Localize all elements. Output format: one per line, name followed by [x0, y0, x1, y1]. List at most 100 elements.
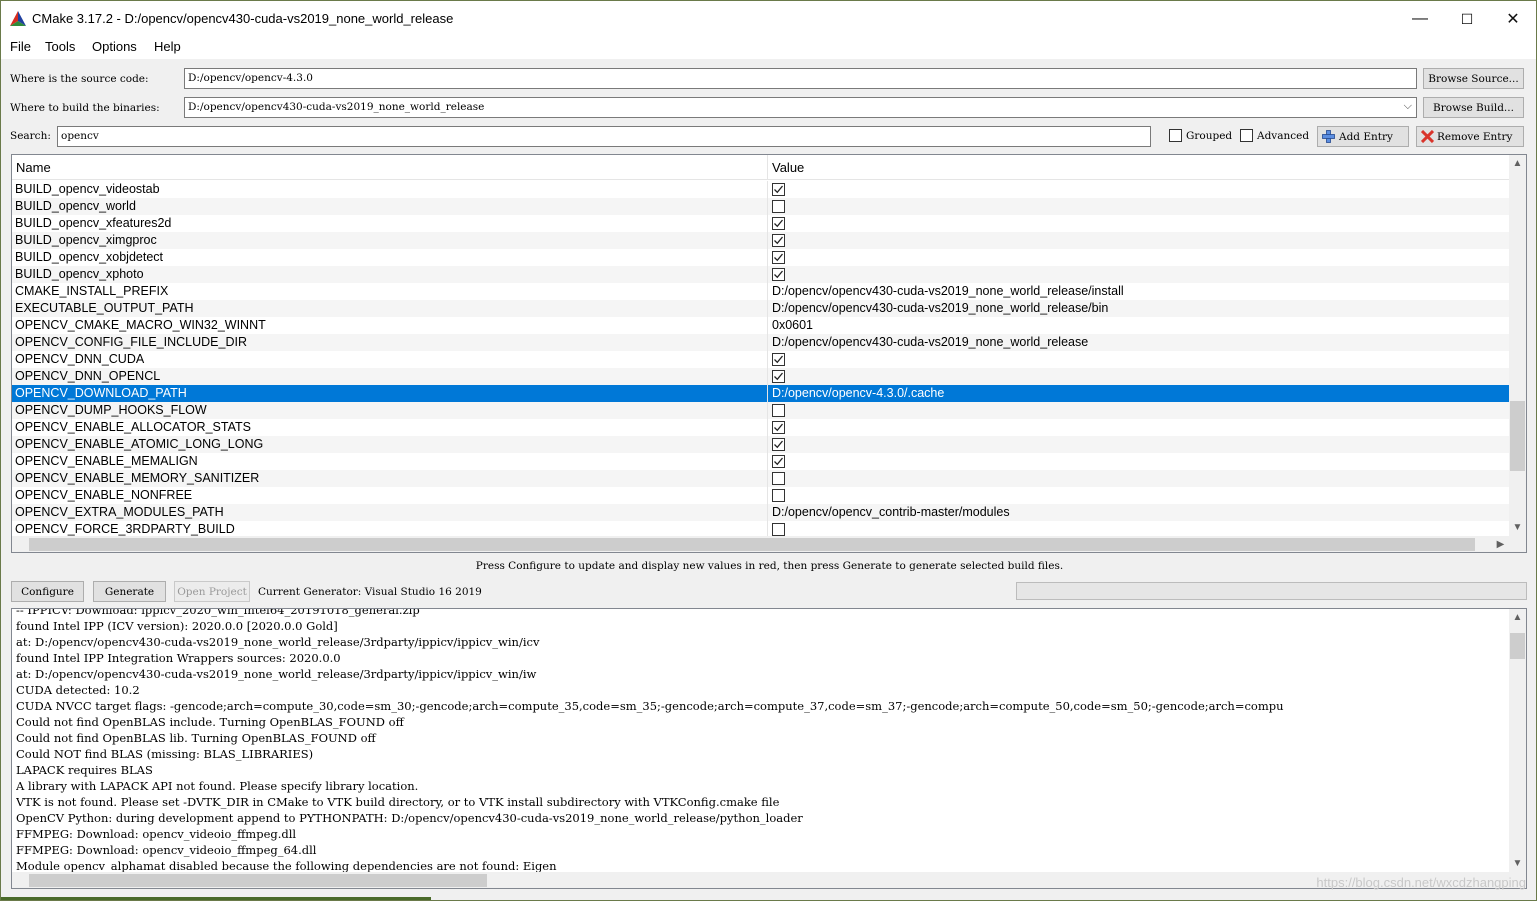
column-header-name[interactable]: Name [16, 160, 51, 175]
browse-build-button[interactable]: Browse Build... [1423, 97, 1524, 118]
table-row[interactable]: OPENCV_ENABLE_ATOMIC_LONG_LONG [12, 436, 1510, 453]
table-row[interactable]: OPENCV_DNN_OPENCL [12, 368, 1510, 385]
source-path-input[interactable]: D:/opencv/opencv-4.3.0 [184, 68, 1417, 89]
configure-button[interactable]: Configure [11, 581, 84, 602]
value-checkbox[interactable] [772, 251, 785, 264]
value-checkbox[interactable] [772, 183, 785, 196]
entry-name: OPENCV_ENABLE_MEMALIGN [15, 454, 198, 468]
value-checkbox[interactable] [772, 489, 785, 502]
value-checkbox[interactable] [772, 217, 785, 230]
log-hscroll-thumb[interactable] [29, 874, 487, 887]
desktop-strip [1, 897, 431, 900]
table-row[interactable]: BUILD_opencv_ximgproc [12, 232, 1510, 249]
browse-source-button[interactable]: Browse Source... [1423, 68, 1524, 89]
table-row[interactable]: OPENCV_DNN_CUDA [12, 351, 1510, 368]
advanced-checkbox[interactable] [1240, 129, 1253, 142]
close-button[interactable]: ✕ [1490, 1, 1536, 37]
value-checkbox[interactable] [772, 234, 785, 247]
log-line: CUDA detected: 10.2 [16, 683, 140, 697]
menu-file[interactable]: File [10, 39, 31, 54]
value-checkbox[interactable] [772, 472, 785, 485]
generate-button[interactable]: Generate [93, 581, 166, 602]
log-vertical-scrollbar[interactable]: ▲ ▼ [1509, 609, 1526, 872]
column-separator [767, 453, 768, 470]
table-row[interactable]: EXECUTABLE_OUTPUT_PATH D:/opencv/opencv43… [12, 300, 1510, 317]
entry-value[interactable]: 0x0601 [772, 318, 813, 332]
table-row[interactable]: OPENCV_CONFIG_FILE_INCLUDE_DIR D:/opencv/… [12, 334, 1510, 351]
value-checkbox[interactable] [772, 421, 785, 434]
entry-value[interactable]: D:/opencv/opencv_contrib-master/modules [772, 505, 1010, 519]
grouped-label: Grouped [1186, 130, 1233, 142]
open-project-button[interactable]: Open Project [174, 581, 250, 602]
build-label: Where to build the binaries: [10, 102, 160, 114]
check-icon [774, 440, 784, 449]
log-scroll-thumb[interactable] [1510, 633, 1525, 659]
scroll-thumb[interactable] [1510, 401, 1525, 471]
table-row[interactable]: BUILD_opencv_xfeatures2d [12, 215, 1510, 232]
maximize-button[interactable]: ☐ [1444, 1, 1490, 37]
grouped-checkbox[interactable] [1169, 129, 1182, 142]
value-checkbox[interactable] [772, 404, 785, 417]
value-checkbox[interactable] [772, 353, 785, 366]
table-row[interactable]: OPENCV_ENABLE_MEMORY_SANITIZER [12, 470, 1510, 487]
menu-help[interactable]: Help [154, 39, 181, 54]
log-line: Could not find OpenBLAS include. Turning… [16, 715, 404, 729]
value-checkbox[interactable] [772, 438, 785, 451]
entry-name: OPENCV_EXTRA_MODULES_PATH [15, 505, 224, 519]
table-horizontal-scrollbar[interactable]: ▶ [12, 536, 1526, 552]
table-row[interactable]: OPENCV_DOWNLOAD_PATH D:/opencv/opencv-4.3… [12, 385, 1510, 402]
value-checkbox[interactable] [772, 523, 785, 536]
log-scroll-up-arrow-icon[interactable]: ▲ [1509, 609, 1526, 626]
table-row[interactable]: OPENCV_ENABLE_NONFREE [12, 487, 1510, 504]
column-separator [767, 181, 768, 198]
scroll-down-arrow-icon[interactable]: ▼ [1509, 519, 1526, 536]
watermark: https://blog.csdn.net/wxcdzhangping [1316, 875, 1526, 890]
minimize-button[interactable]: — [1397, 1, 1443, 37]
log-line: found Intel IPP (ICV version): 2020.0.0 … [16, 619, 338, 633]
value-checkbox[interactable] [772, 268, 785, 281]
table-row[interactable]: OPENCV_ENABLE_ALLOCATOR_STATS [12, 419, 1510, 436]
menu-options[interactable]: Options [92, 39, 137, 54]
table-row[interactable]: CMAKE_INSTALL_PREFIX D:/opencv/opencv430-… [12, 283, 1510, 300]
build-path-combo[interactable]: D:/opencv/opencv430-cuda-vs2019_none_wor… [184, 97, 1417, 118]
output-log[interactable]: -- IPPICV: Download: ippicv_2020_win_int… [11, 608, 1527, 889]
log-scroll-down-arrow-icon[interactable]: ▼ [1509, 855, 1526, 872]
table-vertical-scrollbar[interactable]: ▲ ▼ [1509, 155, 1526, 536]
title-bar[interactable]: CMake 3.17.2 - D:/opencv/opencv430-cuda-… [1, 1, 1536, 37]
entry-value[interactable]: D:/opencv/opencv-4.3.0/.cache [772, 386, 944, 400]
cache-table[interactable]: Name Value BUILD_opencv_videostab BUILD_o… [11, 154, 1527, 553]
table-row[interactable]: OPENCV_CMAKE_MACRO_WIN32_WINNT 0x0601 [12, 317, 1510, 334]
hscroll-thumb[interactable] [29, 538, 1475, 551]
add-entry-button[interactable]: Add Entry [1317, 126, 1409, 147]
remove-entry-button[interactable]: Remove Entry [1416, 126, 1524, 147]
entry-name: OPENCV_CMAKE_MACRO_WIN32_WINNT [15, 318, 266, 332]
entry-value[interactable]: D:/opencv/opencv430-cuda-vs2019_none_wor… [772, 335, 1088, 349]
entry-name: BUILD_opencv_world [15, 199, 136, 213]
column-divider[interactable] [767, 155, 768, 180]
table-row[interactable]: OPENCV_ENABLE_MEMALIGN [12, 453, 1510, 470]
search-input[interactable]: opencv [57, 126, 1151, 147]
scroll-right-arrow-icon[interactable]: ▶ [1492, 536, 1509, 552]
value-checkbox[interactable] [772, 455, 785, 468]
check-icon [774, 185, 784, 194]
table-row[interactable]: BUILD_opencv_xobjdetect [12, 249, 1510, 266]
log-horizontal-scrollbar[interactable] [12, 872, 1526, 888]
column-separator [767, 266, 768, 283]
menu-tools[interactable]: Tools [45, 39, 75, 54]
scroll-up-arrow-icon[interactable]: ▲ [1509, 155, 1526, 172]
table-row[interactable]: BUILD_opencv_world [12, 198, 1510, 215]
column-header-value[interactable]: Value [772, 160, 804, 175]
check-icon [774, 219, 784, 228]
table-row[interactable]: BUILD_opencv_xphoto [12, 266, 1510, 283]
current-generator-label: Current Generator: Visual Studio 16 2019 [258, 586, 482, 598]
entry-name: OPENCV_DUMP_HOOKS_FLOW [15, 403, 207, 417]
value-checkbox[interactable] [772, 200, 785, 213]
chevron-down-icon[interactable]: ⌵ [1404, 99, 1412, 113]
remove-entry-label: Remove Entry [1437, 130, 1513, 143]
table-row[interactable]: OPENCV_EXTRA_MODULES_PATH D:/opencv/openc… [12, 504, 1510, 521]
table-row[interactable]: BUILD_opencv_videostab [12, 181, 1510, 198]
table-row[interactable]: OPENCV_DUMP_HOOKS_FLOW [12, 402, 1510, 419]
value-checkbox[interactable] [772, 370, 785, 383]
entry-value[interactable]: D:/opencv/opencv430-cuda-vs2019_none_wor… [772, 301, 1108, 315]
entry-value[interactable]: D:/opencv/opencv430-cuda-vs2019_none_wor… [772, 284, 1124, 298]
